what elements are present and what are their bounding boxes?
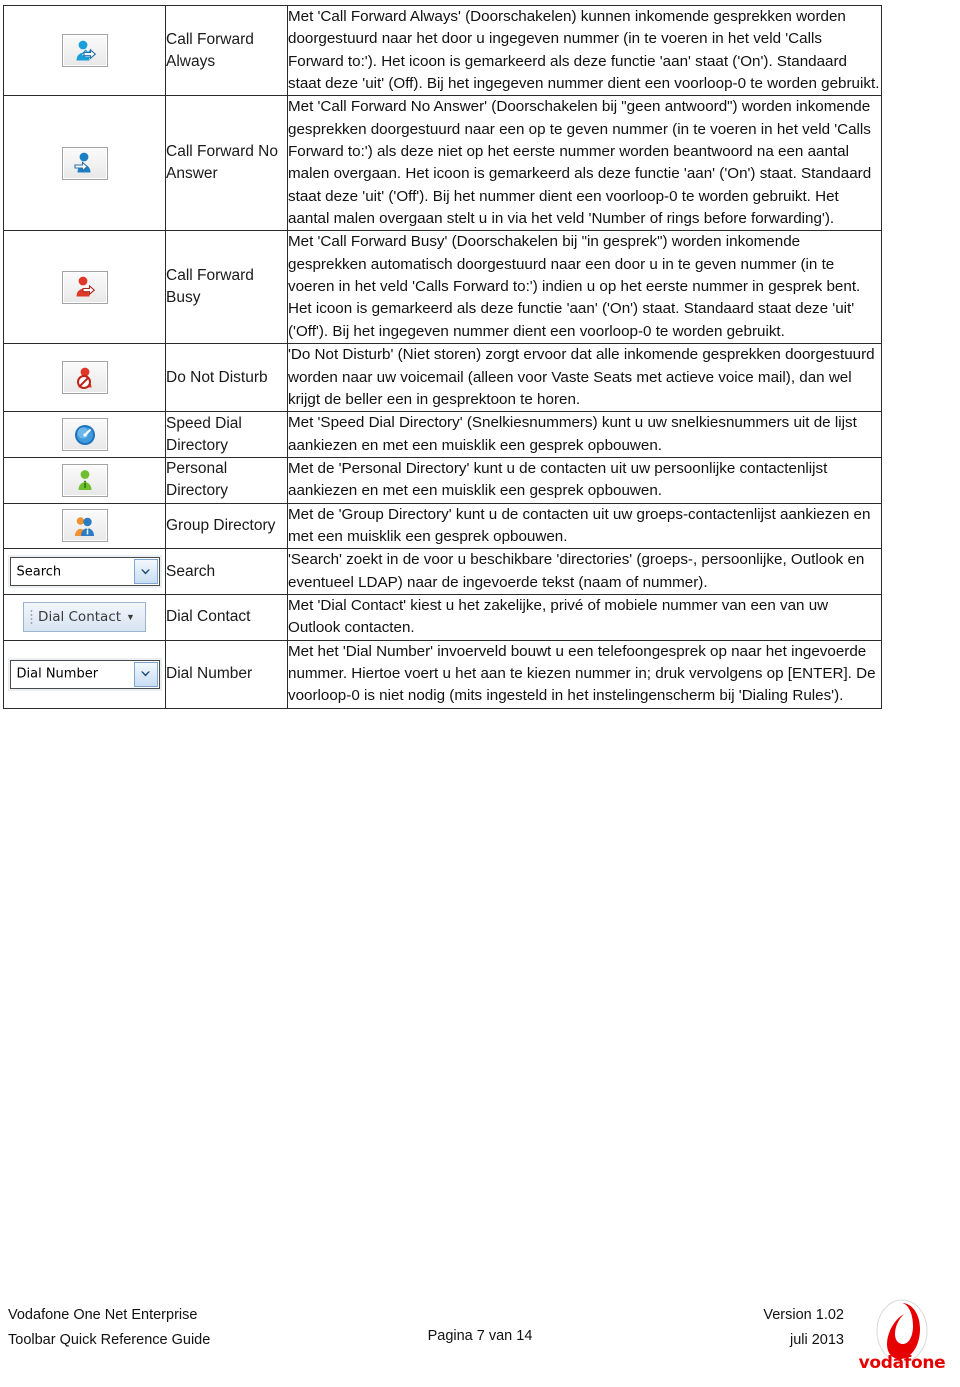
vodafone-wordmark: vodafone	[858, 1353, 946, 1373]
feature-label: Do Not Disturb	[165, 343, 288, 413]
feature-label: Personal Directory	[165, 456, 288, 504]
table-row: Dial Number Dial Number Met het 'Dial Nu…	[3, 639, 882, 709]
icon-cell	[3, 343, 166, 413]
dial-contact-button[interactable]: Dial Contact ▼	[23, 602, 146, 633]
table-row: Search Search 'Search' zoekt in de voor …	[3, 548, 882, 595]
footer-product: Vodafone One Net Enterprise	[8, 1307, 198, 1323]
table-row: Personal Directory Met de 'Personal Dire…	[3, 456, 882, 504]
feature-description: Met 'Call Forward No Answer' (Doorschake…	[287, 95, 882, 232]
icon-cell	[3, 411, 166, 458]
icon-cell: Dial Number	[3, 639, 166, 709]
feature-description: Met de 'Group Directory' kunt u de conta…	[287, 502, 882, 550]
icon-cell	[3, 4, 166, 97]
table-row: Call Forward Always Met 'Call Forward Al…	[3, 4, 882, 97]
call-forward-no-answer-icon[interactable]	[61, 146, 108, 180]
icon-cell: Search	[3, 548, 166, 595]
search-combobox-value: Search	[16, 564, 62, 580]
personal-directory-icon[interactable]	[61, 463, 108, 497]
search-combobox[interactable]: Search	[9, 557, 160, 587]
feature-label: Speed Dial Directory	[165, 411, 288, 458]
table-row: Call Forward No Answer Met 'Call Forward…	[3, 95, 882, 232]
dial-number-combobox[interactable]: Dial Number	[9, 659, 160, 689]
feature-description: Met het 'Dial Number' invoerveld bouwt u…	[287, 639, 882, 709]
icon-cell	[3, 230, 166, 345]
feature-description: Met de 'Personal Directory' kunt u de co…	[287, 456, 882, 504]
feature-label: Call Forward Busy	[165, 230, 288, 345]
footer-version: Version 1.02	[763, 1307, 844, 1323]
feature-label: Call Forward No Answer	[165, 95, 288, 232]
group-directory-icon[interactable]	[61, 509, 108, 543]
feature-label: Dial Number	[165, 639, 288, 709]
dial-contact-label: Dial Contact	[38, 609, 122, 626]
icon-cell	[3, 95, 166, 232]
chevron-down-icon[interactable]	[133, 661, 158, 687]
do-not-disturb-icon[interactable]	[61, 361, 108, 395]
table-row: Dial Contact ▼ Dial Contact Met 'Dial Co…	[3, 593, 882, 641]
chevron-down-icon[interactable]	[133, 559, 158, 585]
feature-label: Search	[165, 548, 288, 595]
speed-dial-directory-icon[interactable]	[61, 418, 108, 452]
table-row: Call Forward Busy Met 'Call Forward Busy…	[3, 230, 882, 345]
footer-date: juli 2013	[789, 1332, 844, 1349]
call-forward-busy-icon[interactable]	[61, 270, 108, 304]
feature-label: Group Directory	[165, 502, 288, 550]
feature-description: Met 'Call Forward Always' (Doorschakelen…	[287, 4, 882, 97]
icon-cell	[3, 456, 166, 504]
feature-description: 'Do Not Disturb' (Niet storen) zorgt erv…	[287, 343, 882, 413]
caret-down-icon[interactable]: ▼	[126, 612, 135, 622]
feature-description: Met 'Speed Dial Directory' (Snelkiesnumm…	[287, 411, 882, 458]
table-row: Speed Dial Directory Met 'Speed Dial Dir…	[3, 411, 882, 458]
feature-description: Met 'Call Forward Busy' (Doorschakelen b…	[287, 230, 882, 345]
feature-description: 'Search' zoekt in de voor u beschikbare …	[287, 548, 882, 595]
feature-label: Dial Contact	[165, 593, 288, 641]
page-footer: Vodafone One Net Enterprise Toolbar Quic…	[0, 1299, 960, 1373]
toolbar-reference-table: Call Forward Always Met 'Call Forward Al…	[3, 4, 882, 709]
feature-description: Met 'Dial Contact' kiest u het zakelijke…	[287, 593, 882, 641]
drag-grip-icon	[30, 609, 34, 626]
feature-label: Call Forward Always	[165, 4, 288, 97]
table-row: Group Directory Met de 'Group Directory'…	[3, 502, 882, 550]
dial-number-value: Dial Number	[16, 666, 99, 682]
footer-right-block: Version 1.02 juli 2013	[763, 1303, 844, 1354]
call-forward-always-icon[interactable]	[61, 34, 108, 68]
icon-cell	[3, 502, 166, 550]
table-row: Do Not Disturb 'Do Not Disturb' (Niet st…	[3, 343, 882, 413]
icon-cell: Dial Contact ▼	[3, 593, 166, 641]
